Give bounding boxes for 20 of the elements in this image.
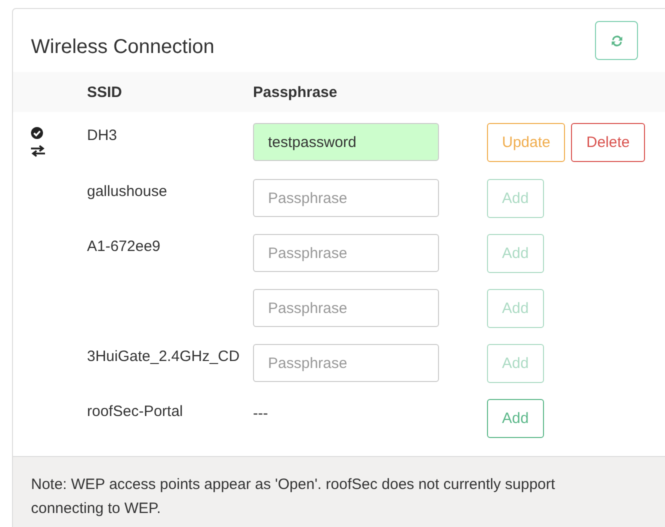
ssid-text: roofSec-Portal <box>87 403 183 420</box>
passphrase-text: --- <box>253 404 269 422</box>
ssid-text: DH3 <box>87 127 118 144</box>
passphrase-field[interactable]: Passphrase <box>253 179 439 217</box>
passphrase-field[interactable]: testpassword <box>253 123 439 161</box>
ssid-text: gallushouse <box>87 183 168 200</box>
panel-title: Wireless Connection <box>31 36 214 59</box>
ssid-text: 3HuiGate_2.4GHz_CD <box>87 348 240 365</box>
passphrase-field[interactable]: Passphrase <box>253 344 439 382</box>
passphrase-field[interactable]: Passphrase <box>253 289 439 327</box>
add-button[interactable]: Add <box>487 399 544 438</box>
column-header: SSID <box>87 84 122 100</box>
update-button[interactable]: Update <box>487 123 566 162</box>
refresh-button[interactable] <box>595 21 638 60</box>
footer-note: Note: WEP access points appear as 'Open'. roofSec does not currently support connecting to WEP. <box>31 475 556 519</box>
delete-button[interactable]: Delete <box>571 123 645 162</box>
passphrase-field[interactable]: Passphrase <box>253 234 439 272</box>
refresh-icon <box>610 34 624 48</box>
ssid-text: A1-672ee9 <box>87 238 160 255</box>
column-header: Passphrase <box>253 84 338 100</box>
